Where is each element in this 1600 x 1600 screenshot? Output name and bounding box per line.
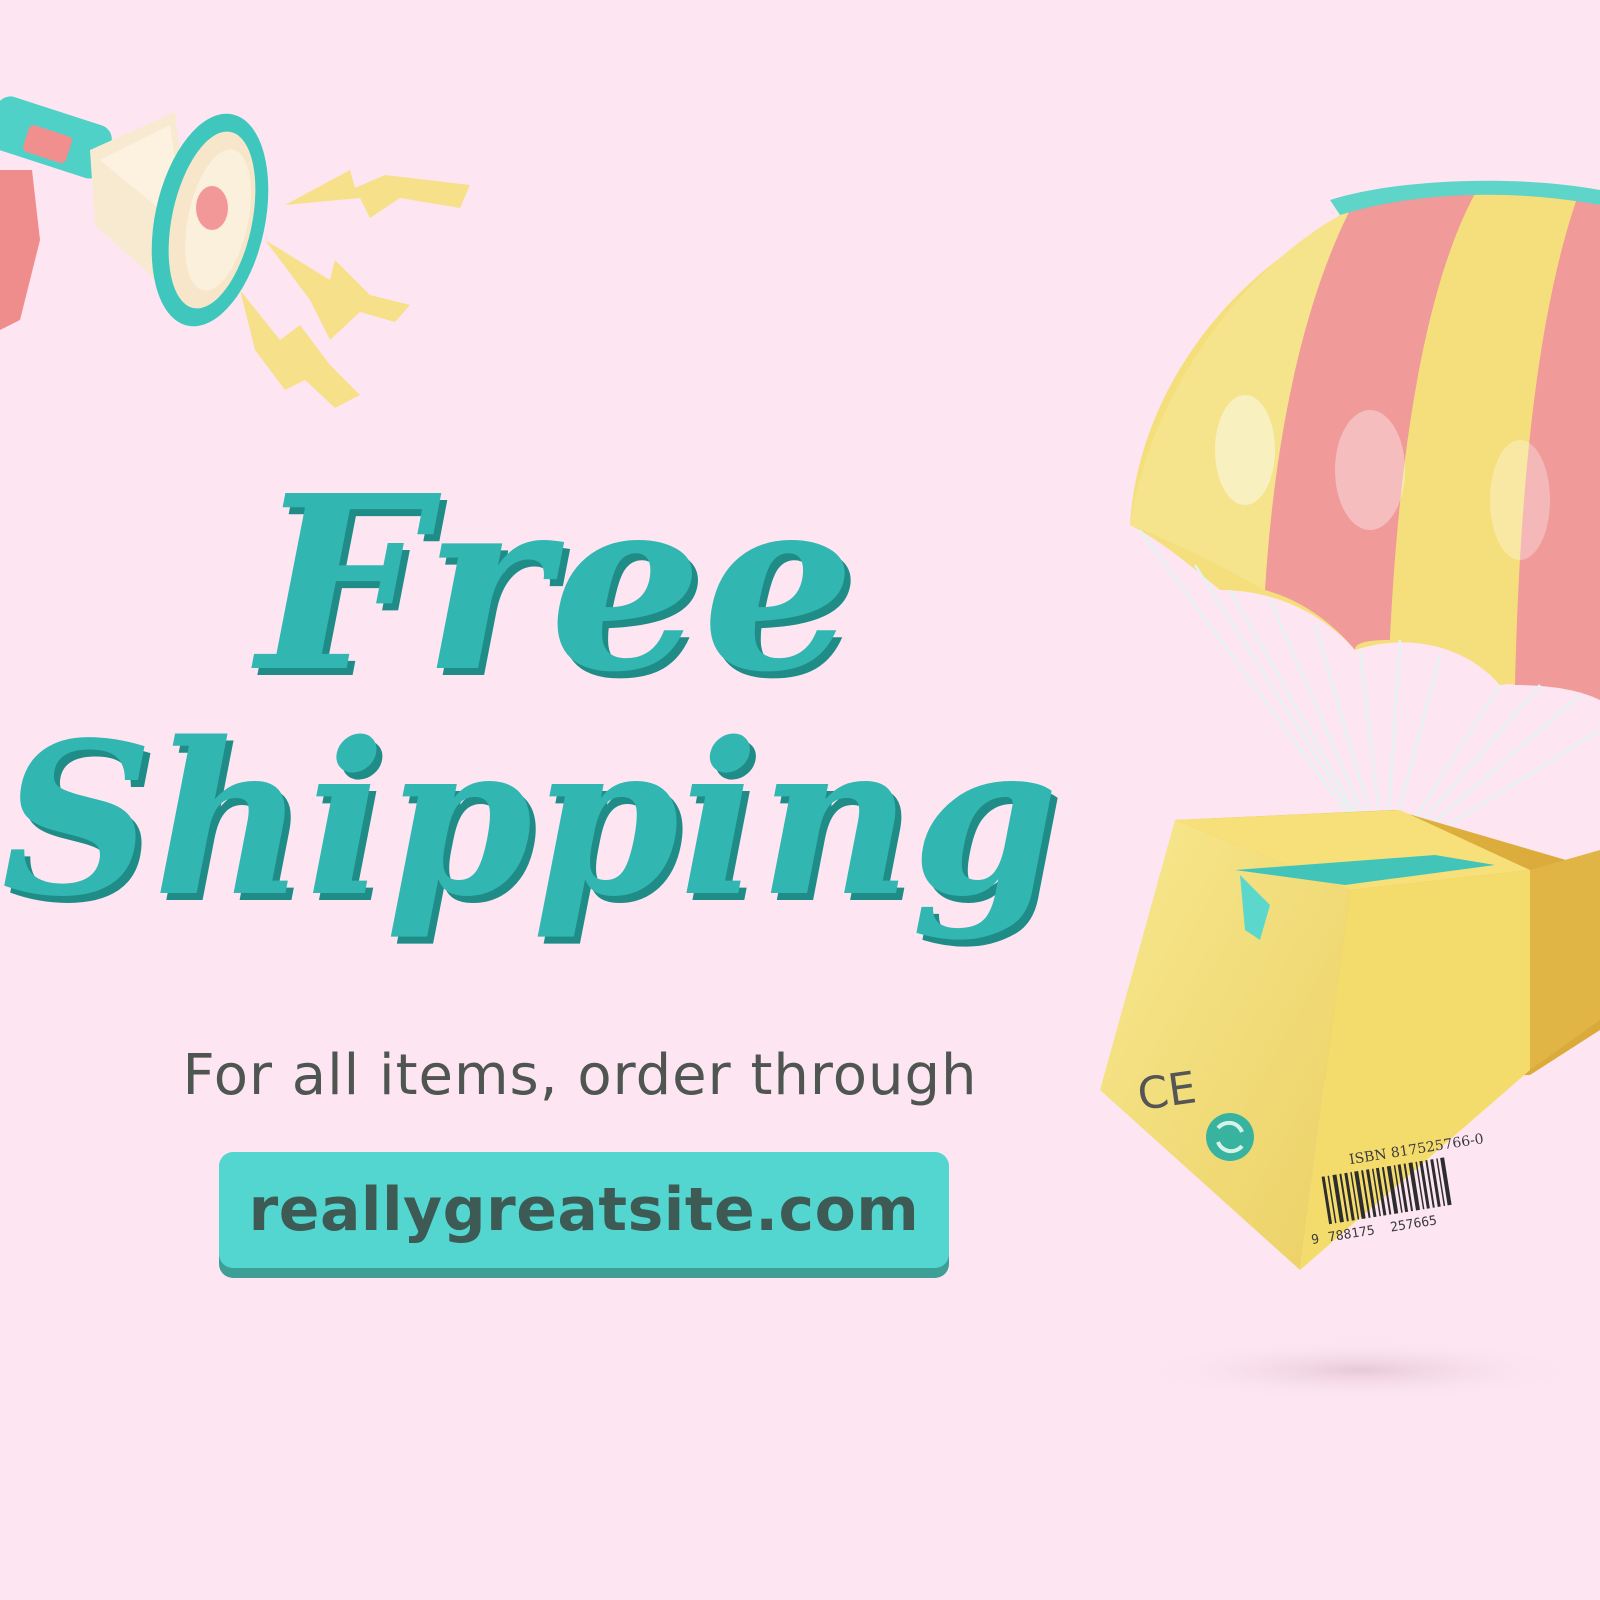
ce-mark: CE — [1134, 1062, 1199, 1121]
recycle-icon — [1206, 1113, 1254, 1161]
barcode-digits-right: 257665 — [1389, 1213, 1438, 1235]
free-shipping-banner: Free Free Shipping Shipping For all item… — [0, 0, 1600, 1600]
headline-line-2: Shipping Shipping — [1, 696, 1064, 950]
website-link-button[interactable]: reallygreatsite.com — [219, 1152, 949, 1268]
website-url: reallygreatsite.com — [248, 1175, 920, 1245]
parachute-icon: CE ISBN 817525766-0 9 788175 257665 — [1100, 170, 1600, 1430]
package-box-icon: CE ISBN 817525766-0 9 788175 257665 — [1100, 810, 1600, 1270]
svg-text:Free: Free — [251, 443, 855, 725]
headline-line-1: Free Free — [251, 443, 861, 732]
subtitle: For all items, order through — [182, 1043, 978, 1108]
box-shadow — [1130, 1338, 1590, 1402]
headline: Free Free Shipping Shipping — [0, 400, 1100, 1040]
megaphone-icon — [0, 90, 490, 420]
parachute-canopy — [1130, 180, 1600, 700]
svg-text:Shipping: Shipping — [1, 696, 1058, 943]
